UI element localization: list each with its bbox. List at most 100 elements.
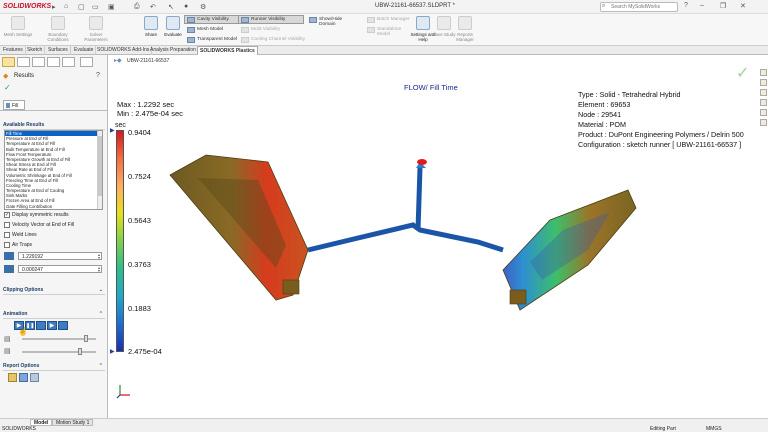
animation-header[interactable]: Animation ⌃ <box>3 311 105 319</box>
open-folder-icon[interactable]: ▭ <box>92 3 99 11</box>
tab-sketch[interactable]: Sketch <box>25 46 46 55</box>
ok-check-icon[interactable]: ✓ <box>4 83 11 92</box>
tab-features[interactable]: Features <box>1 46 26 55</box>
stepper-arrows-icon[interactable]: ▴ ▾ <box>98 253 100 260</box>
home-icon[interactable]: ⌂ <box>64 3 68 10</box>
slider-knob[interactable] <box>78 348 82 355</box>
task-pane-resources-icon[interactable] <box>760 79 767 86</box>
report-image-button[interactable] <box>8 373 17 382</box>
undo-icon[interactable]: ↶ <box>150 3 156 11</box>
step-forward-button[interactable]: ▶ <box>47 321 57 330</box>
print-icon[interactable]: ⎙ <box>134 3 140 11</box>
save-icon[interactable]: ▣ <box>108 3 115 11</box>
confirm-check-icon[interactable]: ✓ <box>736 63 749 83</box>
options-gear-icon[interactable]: ⚙ <box>200 3 206 11</box>
tab-analysis-preparation[interactable]: Analysis Preparation <box>148 46 199 55</box>
air-traps-checkbox[interactable] <box>4 242 10 248</box>
boundary-icon <box>51 16 65 30</box>
share-button[interactable]: Share <box>140 16 162 37</box>
report-export-button[interactable] <box>30 373 39 382</box>
minimize-icon[interactable]: – <box>700 2 704 9</box>
new-doc-icon[interactable]: ▢ <box>78 3 85 11</box>
tab-evaluate[interactable]: Evaluate <box>72 46 97 55</box>
velocity-vector-checkbox[interactable] <box>4 222 10 228</box>
tab-model[interactable]: Model <box>30 419 53 426</box>
list-scrollbar[interactable] <box>97 131 102 209</box>
legend-max-pointer-icon[interactable]: ▶ <box>110 127 115 134</box>
configuration-manager-tab[interactable] <box>32 57 45 67</box>
weld-lines-checkbox[interactable] <box>4 232 10 238</box>
legend-min-pointer-icon[interactable]: ▶ <box>110 348 115 355</box>
scrollbar-thumb[interactable] <box>98 136 102 196</box>
min-value-field[interactable]: 0.000247 ▴ ▾ <box>18 265 102 273</box>
injection-location[interactable] <box>417 159 427 165</box>
record-button[interactable] <box>58 321 68 330</box>
share-icon <box>144 16 158 30</box>
task-pane-explorer-icon[interactable] <box>760 99 767 106</box>
legend-tick: 0.9404 <box>128 128 151 137</box>
feature-tree-flyout[interactable]: UBW-21161-66537 <box>127 58 169 64</box>
select-arrow-icon[interactable]: ↖ <box>168 3 174 11</box>
list-item[interactable]: Gate Filling Contribution <box>5 204 102 209</box>
menu-arrow-icon[interactable]: ▸ <box>52 3 56 11</box>
batch-manager-button[interactable]: Batch Manager <box>364 15 414 24</box>
animation-speed-slider[interactable] <box>22 335 96 342</box>
units-selector[interactable]: MMGS <box>706 426 722 432</box>
mesh-settings-button[interactable]: Mesh Settings <box>2 16 34 37</box>
display-manager-tab[interactable] <box>62 57 75 67</box>
solidworks-logo[interactable]: SOLIDWORKS <box>3 3 51 10</box>
max-value-field[interactable]: 1.229192 ▴ ▾ <box>18 252 102 260</box>
report-options-header[interactable]: Report Options ⌃ <box>3 363 105 371</box>
help-icon[interactable]: ? <box>684 2 688 9</box>
task-pane-custom-icon[interactable] <box>760 119 767 126</box>
results-list[interactable]: Fill Time Pressure at End of Fill Temper… <box>4 130 103 210</box>
display-symmetric-checkbox[interactable]: ✓ <box>4 212 10 218</box>
tab-solidworks-plastics[interactable]: SOLIDWORKS Plastics <box>197 46 258 55</box>
sprue[interactable] <box>415 167 423 231</box>
stop-button[interactable] <box>36 321 46 330</box>
property-manager-tab[interactable] <box>17 57 30 67</box>
min-value-icon <box>4 265 14 273</box>
close-icon[interactable]: ✕ <box>740 2 746 10</box>
task-pane-appearance-icon[interactable] <box>760 109 767 116</box>
boundary-conditions-button[interactable]: Boundary Conditions <box>42 16 74 42</box>
restore-icon[interactable]: ❐ <box>720 2 726 10</box>
dimxpert-tab[interactable] <box>47 57 60 67</box>
animation-frames-slider[interactable] <box>22 348 96 355</box>
color-legend-bar <box>116 130 124 352</box>
fill-tab[interactable]: Fill <box>3 100 25 110</box>
tab-surfaces[interactable]: Surfaces <box>46 46 71 55</box>
report-add-button[interactable] <box>19 373 28 382</box>
runner-system[interactable] <box>307 222 504 253</box>
part-model[interactable] <box>158 150 638 320</box>
fill-icon <box>6 103 10 108</box>
task-pane-library-icon[interactable] <box>760 89 767 96</box>
evaluate-button[interactable]: Evaluate <box>160 16 186 37</box>
plastics-manager-tab[interactable] <box>80 57 93 67</box>
slider-knob[interactable] <box>84 335 88 342</box>
runner-visibility-toggle[interactable]: Runner Visibility <box>238 15 304 24</box>
solver-parameters-button[interactable]: Solver Parameters <box>80 16 112 42</box>
available-results-header[interactable]: Available Results <box>3 122 105 130</box>
feature-manager-tab[interactable] <box>2 57 15 67</box>
tab-motion-study[interactable]: Motion Study 1 <box>52 419 94 426</box>
task-pane-home-icon[interactable] <box>760 69 767 76</box>
reports-manager-button[interactable]: Reports Manager <box>452 16 478 42</box>
status-app-name: SOLIDWORKS <box>2 426 36 432</box>
info-line: Configuration : sketch runner [ UBW-2116… <box>578 140 742 149</box>
cavity-left[interactable] <box>169 154 309 301</box>
clipping-options-header[interactable]: Clipping Options ⌄ <box>3 287 105 295</box>
chevron-up-icon: ⌃ <box>98 311 103 317</box>
status-mode: Editing Part <box>650 426 676 432</box>
standalone-model-button[interactable]: Standalone Model <box>364 25 414 37</box>
show-hide-domain-button[interactable]: Show/Hide Domain <box>306 15 362 27</box>
info-line: Material : POM <box>578 120 626 129</box>
help-icon[interactable]: ? <box>96 72 100 79</box>
rebuild-icon[interactable]: ● <box>184 3 188 10</box>
search-input[interactable]: Search MySolidWorks <box>600 2 678 12</box>
stepper-arrows-icon[interactable]: ▴ ▾ <box>98 266 100 273</box>
mold-visibility-toggle[interactable]: Mold Visibility <box>238 25 304 34</box>
graphics-viewport[interactable]: ▸◆ UBW-21161-66537 Max : 1.2292 sec Min … <box>108 55 768 418</box>
tab-addins[interactable]: SOLIDWORKS Add-Ins <box>95 46 153 55</box>
cooling-channel-visibility-toggle[interactable]: Cooling Channel Visibility <box>238 35 314 44</box>
